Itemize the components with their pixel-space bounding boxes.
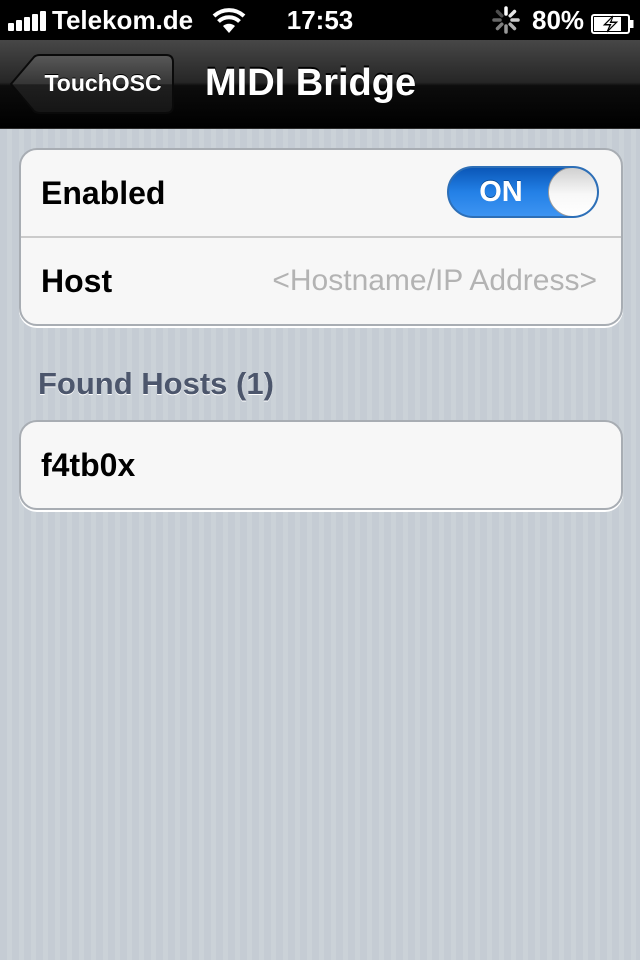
host-label: Host xyxy=(41,263,113,299)
settings-group: Enabled ON Host xyxy=(19,148,623,326)
enabled-toggle[interactable]: ON xyxy=(447,166,599,218)
enabled-label: Enabled xyxy=(41,175,166,211)
back-button[interactable]: TouchOSC xyxy=(10,54,174,114)
battery-charging-icon xyxy=(591,10,635,34)
host-row: Host xyxy=(21,238,621,324)
navigation-bar: TouchOSC MIDI Bridge xyxy=(0,40,640,129)
status-bar: Telekom.de 17:53 80% xyxy=(0,0,640,40)
battery-percentage: 80% xyxy=(532,5,585,35)
activity-spinner-icon xyxy=(492,6,520,34)
found-hosts-header: Found Hosts (1) xyxy=(38,366,274,401)
enabled-row: Enabled ON xyxy=(21,150,621,236)
page-title: MIDI Bridge xyxy=(205,62,417,104)
toggle-state-label: ON xyxy=(479,176,523,208)
found-host-name: f4tb0x xyxy=(41,447,136,483)
toggle-knob xyxy=(548,168,597,216)
found-host-item[interactable]: f4tb0x xyxy=(21,422,621,508)
back-button-label: TouchOSC xyxy=(44,70,162,96)
host-input[interactable] xyxy=(237,258,597,304)
found-hosts-group: f4tb0x xyxy=(19,420,623,510)
